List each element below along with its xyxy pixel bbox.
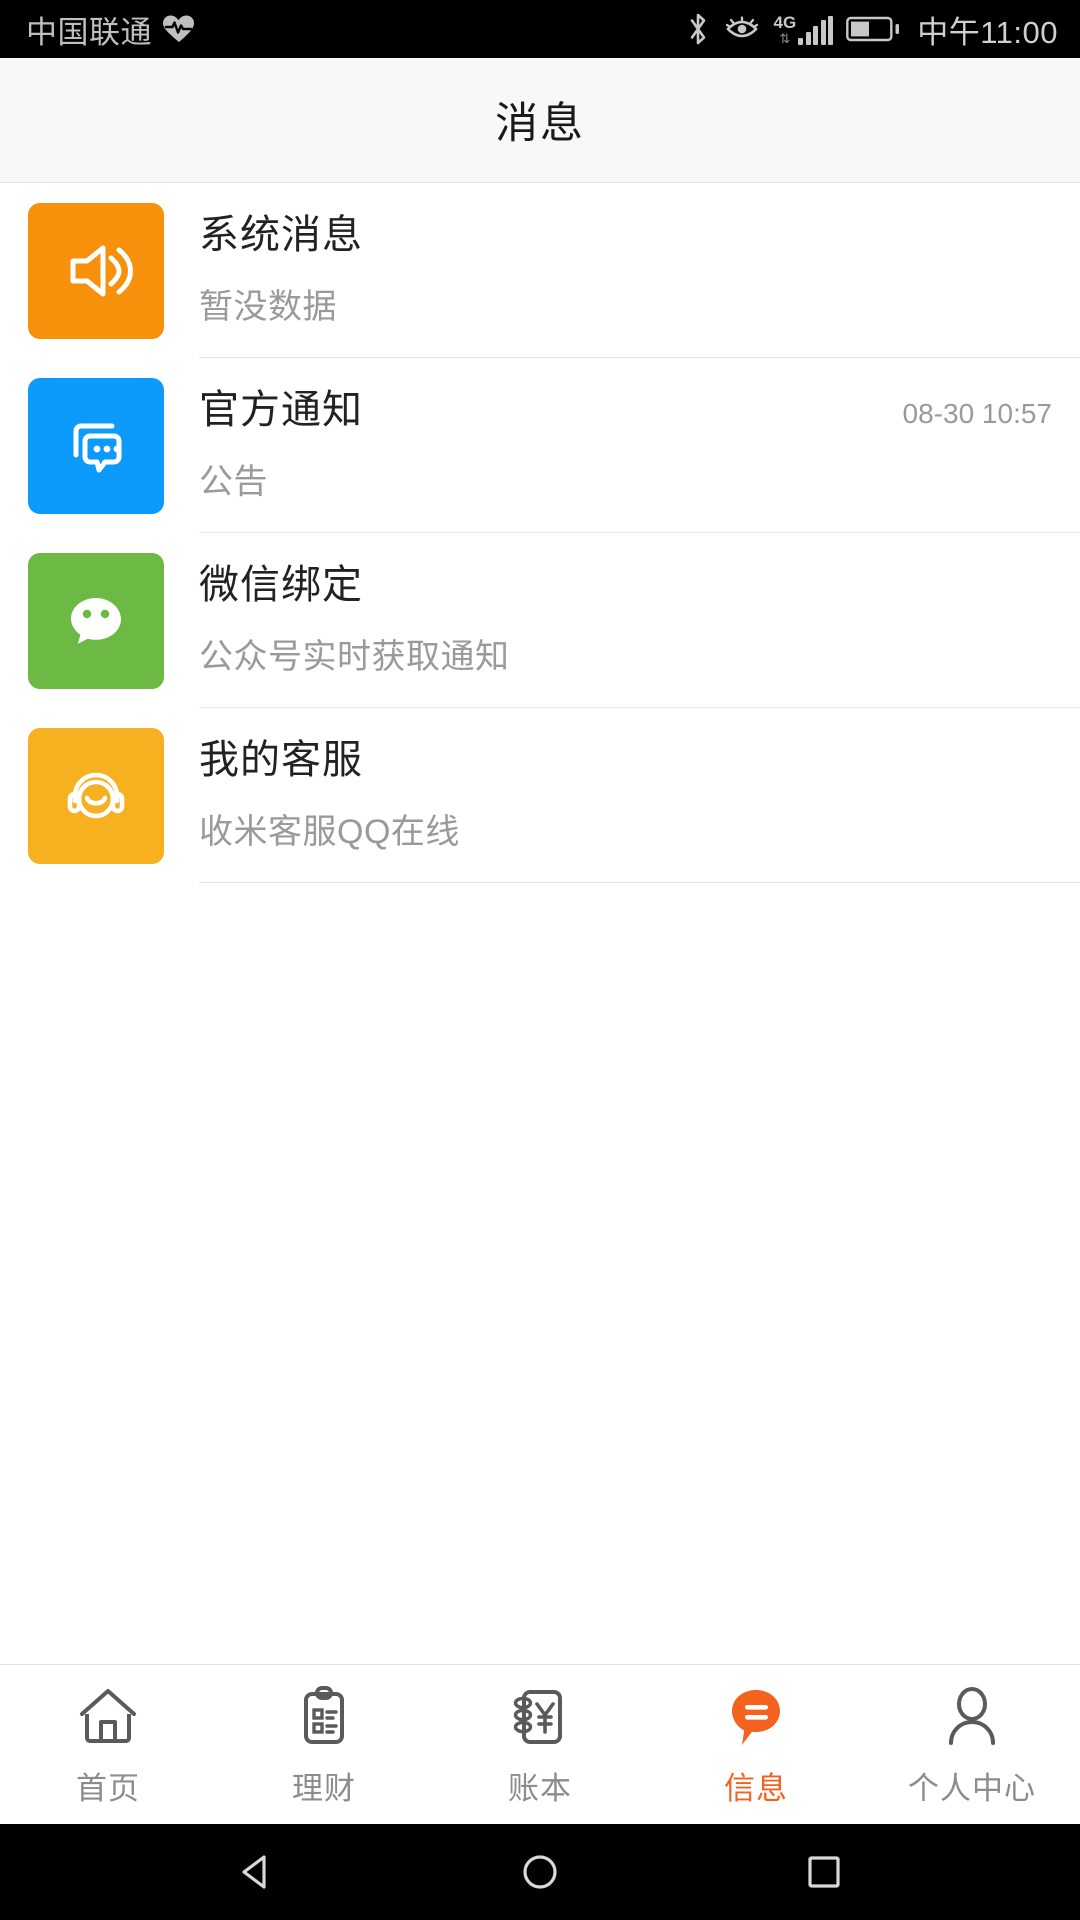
tab-label: 信息 (724, 1771, 788, 1806)
bottom-tab-bar: 首页 理财 账本 信息 个人中心 (0, 1664, 1080, 1824)
list-item-subtitle: 公告 (199, 463, 268, 501)
list-item-title: 我的客服 (199, 738, 363, 782)
tab-home[interactable]: 首页 (0, 1665, 216, 1824)
network-type-label: 4G (773, 12, 797, 32)
list-item[interactable]: 我的客服 收米客服QQ在线 (0, 708, 1080, 883)
triangle-back-icon[interactable] (234, 1850, 278, 1894)
network-type: 4G ⇅ (774, 14, 797, 45)
status-bar-right: 4G ⇅ 中午11:00 (686, 7, 1058, 52)
list-item-body: 微信绑定 公众号实时获取通知 (199, 533, 1080, 708)
network-traffic-arrows: ⇅ (779, 30, 791, 46)
status-bar-left: 中国联通 (26, 7, 196, 52)
list-item-title: 微信绑定 (199, 563, 363, 607)
wechat-icon (28, 553, 164, 689)
list-item[interactable]: 系统消息 暂没数据 (0, 183, 1080, 358)
headset-support-icon (28, 728, 164, 864)
list-item[interactable]: 官方通知 08-30 10:57 公告 (0, 358, 1080, 533)
status-bar: 中国联通 4G ⇅ 中午11:00 (0, 0, 1080, 58)
tab-label: 个人中心 (908, 1771, 1036, 1806)
speaker-icon (28, 203, 164, 339)
tab-profile[interactable]: 个人中心 (864, 1665, 1080, 1824)
list-item-header: 微信绑定 (199, 563, 1052, 607)
list-item-body: 官方通知 08-30 10:57 公告 (199, 358, 1080, 533)
tab-messages[interactable]: 信息 (648, 1665, 864, 1824)
phone-screen: 中国联通 4G ⇅ 中午11:00 消息 系统消息 暂没数据 官方通知 08-3… (0, 0, 1080, 1920)
heartbeat-icon (163, 15, 194, 42)
android-nav-bar (0, 1824, 1080, 1920)
list-item-header: 官方通知 08-30 10:57 (199, 388, 1052, 432)
message-bubble-icon (722, 1681, 790, 1753)
status-bar-clock: 中午11:00 (917, 14, 1058, 50)
tab-label: 首页 (76, 1771, 140, 1806)
tab-label: 理财 (292, 1771, 356, 1806)
network-indicator: 4G ⇅ (774, 14, 834, 45)
bluetooth-icon (690, 13, 705, 45)
eye-comfort-icon (725, 16, 758, 38)
list-item-time: 08-30 10:57 (902, 398, 1052, 429)
tab-ledger[interactable]: 账本 (432, 1665, 648, 1824)
list-item-body: 我的客服 收米客服QQ在线 (199, 708, 1080, 883)
list-item-subtitle: 公众号实时获取通知 (199, 638, 510, 676)
list-item-title: 系统消息 (199, 213, 363, 257)
clipboard-icon (290, 1681, 358, 1753)
list-item-subtitle: 收米客服QQ在线 (199, 813, 460, 851)
list-item-header: 系统消息 (199, 213, 1052, 257)
list-item[interactable]: 微信绑定 公众号实时获取通知 (0, 533, 1080, 708)
list-item-subtitle: 暂没数据 (199, 288, 337, 326)
page-header: 消息 (0, 58, 1080, 183)
battery-icon (846, 16, 900, 42)
square-recents-icon[interactable] (802, 1850, 846, 1894)
carrier-name: 中国联通 (26, 14, 152, 50)
tab-label: 账本 (508, 1771, 572, 1806)
list-item-title: 官方通知 (199, 388, 363, 432)
list-item-body: 系统消息 暂没数据 (199, 183, 1080, 358)
ledger-yen-icon (506, 1681, 574, 1753)
tab-finance[interactable]: 理财 (216, 1665, 432, 1824)
message-list: 系统消息 暂没数据 官方通知 08-30 10:57 公告 微信绑定 公众号实时… (0, 183, 1080, 1664)
circle-home-icon[interactable] (518, 1850, 562, 1894)
page-title: 消息 (495, 100, 585, 148)
chat-bubbles-icon (28, 378, 164, 514)
person-icon (938, 1681, 1006, 1753)
signal-bars-icon (798, 15, 834, 45)
list-item-header: 我的客服 (199, 738, 1052, 782)
home-icon (74, 1681, 142, 1753)
